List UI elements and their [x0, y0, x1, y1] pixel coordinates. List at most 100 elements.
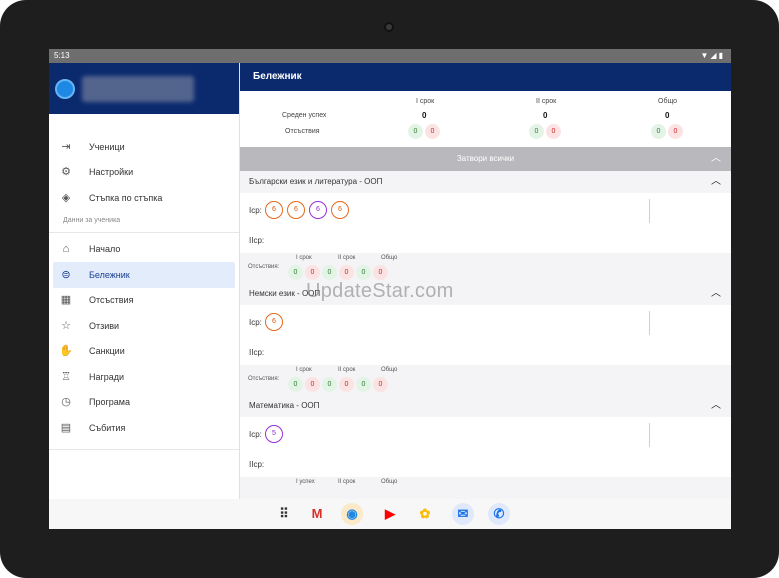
- absences-label: Отсъствия:: [248, 376, 280, 382]
- term1-grades-row: Iср: 6 6 6 6: [240, 193, 731, 227]
- grade-badge[interactable]: 6: [265, 313, 283, 331]
- star-icon: ☆: [61, 319, 71, 332]
- excused-count: 0: [651, 124, 666, 139]
- close-all-button[interactable]: Затвори всички ︿: [240, 147, 731, 171]
- excused-count: 0: [356, 265, 371, 280]
- absences-term1: 00: [408, 124, 442, 139]
- drawer-item-label: Настройки: [89, 167, 134, 178]
- drawer-item-label: Отсъствия: [89, 295, 134, 306]
- drawer-item-awards[interactable]: ♖ Награди: [49, 364, 239, 390]
- chevron-up-icon[interactable]: ︿: [711, 283, 721, 305]
- chevron-up-icon[interactable]: ︿: [711, 395, 721, 417]
- drawer-item-label: Начало: [89, 244, 121, 255]
- term1-label: Iср:: [249, 205, 262, 215]
- summary-header-term2: II срок: [536, 98, 557, 105]
- absences-values: 000000: [288, 265, 390, 280]
- drawer-item-students[interactable]: ⇥ Ученици: [49, 134, 239, 160]
- app-dock: ⠿ M ◉ ▶ ✿ ✉ ✆: [49, 499, 731, 529]
- subject-grades: Iср: 6 6 6 6 IIср:: [240, 193, 731, 253]
- unexcused-count: 0: [373, 265, 388, 280]
- term2-grades-row: IIср:: [240, 227, 731, 253]
- drawer-item-label: Събития: [89, 422, 126, 433]
- average-term1: 0: [422, 111, 427, 120]
- drawer-item-events[interactable]: ▤ Събития: [49, 415, 239, 441]
- apps-grid-icon[interactable]: ⠿: [273, 503, 295, 525]
- excused-count: 0: [356, 377, 371, 392]
- tablet-frame: 5:13 ▼◢▮ ⇥ Ученици ⚙ Настройки ◈ Стъпка …: [0, 0, 779, 578]
- subject-grades: Iср: 5 IIср:: [240, 417, 731, 477]
- drawer-item-label: Стъпка по стъпка: [89, 192, 163, 203]
- term2-grades-row: IIср:: [240, 451, 731, 477]
- gmail-icon[interactable]: M: [306, 503, 328, 525]
- average-label: Среден успех: [282, 112, 327, 119]
- steps-icon: ◈: [61, 191, 71, 204]
- drawer-item-step-by-step[interactable]: ◈ Стъпка по стъпка: [49, 185, 239, 211]
- grade-badge[interactable]: 6: [331, 201, 349, 219]
- phone-icon[interactable]: ✆: [488, 503, 510, 525]
- hand-icon: ✋: [59, 345, 73, 358]
- absences-header-total: Общо: [381, 479, 398, 485]
- absences-values: 000000: [288, 377, 390, 392]
- term1-label: Iср:: [249, 429, 262, 439]
- excused-count: 0: [408, 124, 423, 139]
- absences-header-term1: I срок: [296, 367, 312, 373]
- drawer-item-label: Бележник: [89, 269, 130, 280]
- unexcused-count: 0: [425, 124, 440, 139]
- gear-icon: ⚙: [61, 166, 71, 179]
- messages-icon[interactable]: ✉: [452, 503, 474, 525]
- absences-header-term2: II срок: [338, 255, 356, 261]
- navigation-drawer: ⇥ Ученици ⚙ Настройки ◈ Стъпка по стъпка…: [49, 63, 240, 499]
- camera-dot: [384, 22, 394, 32]
- chevron-up-icon[interactable]: ︿: [711, 171, 721, 193]
- excused-count: 0: [322, 265, 337, 280]
- chevron-up-icon: ︿: [711, 153, 721, 164]
- blurred-user-name: [82, 76, 194, 102]
- absences-header-term1: I срок: [296, 255, 312, 261]
- login-icon: ⇥: [61, 140, 71, 153]
- unexcused-count: 0: [339, 377, 354, 392]
- summary-header-total: Общо: [658, 98, 678, 105]
- drawer-item-home[interactable]: ⌂ Начало: [49, 237, 239, 263]
- drawer-section-label: Данни за ученика: [63, 216, 121, 224]
- absences-header-term1: I успех: [296, 479, 315, 485]
- calendar-icon: ▦: [60, 294, 72, 307]
- drawer-item-reviews[interactable]: ☆ Отзиви: [49, 313, 239, 339]
- drawer-header: [49, 63, 239, 114]
- column-divider: [649, 311, 650, 335]
- drawer-item-schedule[interactable]: ◷ Програма: [49, 390, 239, 416]
- watermark: UpdateStar.com: [306, 280, 454, 302]
- avatar[interactable]: [55, 79, 75, 99]
- drawer-item-sanctions[interactable]: ✋ Санкции: [49, 339, 239, 365]
- drawer-item-notebook[interactable]: ⊜ Бележник: [53, 262, 235, 288]
- drawer-item-settings[interactable]: ⚙ Настройки: [49, 160, 239, 186]
- term1-grades-row: Iср: 5: [240, 417, 731, 451]
- grade-badge[interactable]: 6: [265, 201, 283, 219]
- average-total: 0: [665, 111, 670, 120]
- grade-badge[interactable]: 5: [265, 425, 283, 443]
- excused-count: 0: [322, 377, 337, 392]
- status-time: 5:13: [54, 51, 70, 60]
- absences-term2: 00: [529, 124, 563, 139]
- excused-count: 0: [288, 265, 303, 280]
- summary-card: I срок II срок Общо Среден успех 0 0 0 О…: [240, 91, 731, 147]
- drawer-divider: [49, 448, 239, 450]
- term2-label: IIср:: [249, 459, 265, 469]
- photos-icon[interactable]: ✿: [414, 503, 436, 525]
- drawer-item-absences[interactable]: ▦ Отсъствия: [49, 288, 239, 314]
- drawer-item-label: Ученици: [89, 141, 125, 152]
- grade-badge[interactable]: 6: [287, 201, 305, 219]
- drawer-item-label: Награди: [89, 371, 125, 382]
- notebook-icon: ⊜: [61, 268, 71, 281]
- subject-absences-row: Отсъствия: I срок II срок Общо 000000: [240, 365, 731, 395]
- subject-grades: Iср: 6 IIср:: [240, 305, 731, 365]
- status-icons: ▼◢▮: [700, 51, 725, 60]
- subject-header[interactable]: Математика - ООП ︿: [240, 395, 731, 417]
- absences-label: Отсъствия: [285, 128, 320, 135]
- page-title: Бележник: [240, 63, 731, 91]
- youtube-icon[interactable]: ▶: [379, 503, 401, 525]
- grade-badge[interactable]: 6: [309, 201, 327, 219]
- unexcused-count: 0: [305, 377, 320, 392]
- chrome-icon[interactable]: ◉: [341, 503, 363, 525]
- subject-header[interactable]: Български език и литература - ООП ︿: [240, 171, 731, 193]
- close-all-label: Затвори всички: [456, 154, 515, 163]
